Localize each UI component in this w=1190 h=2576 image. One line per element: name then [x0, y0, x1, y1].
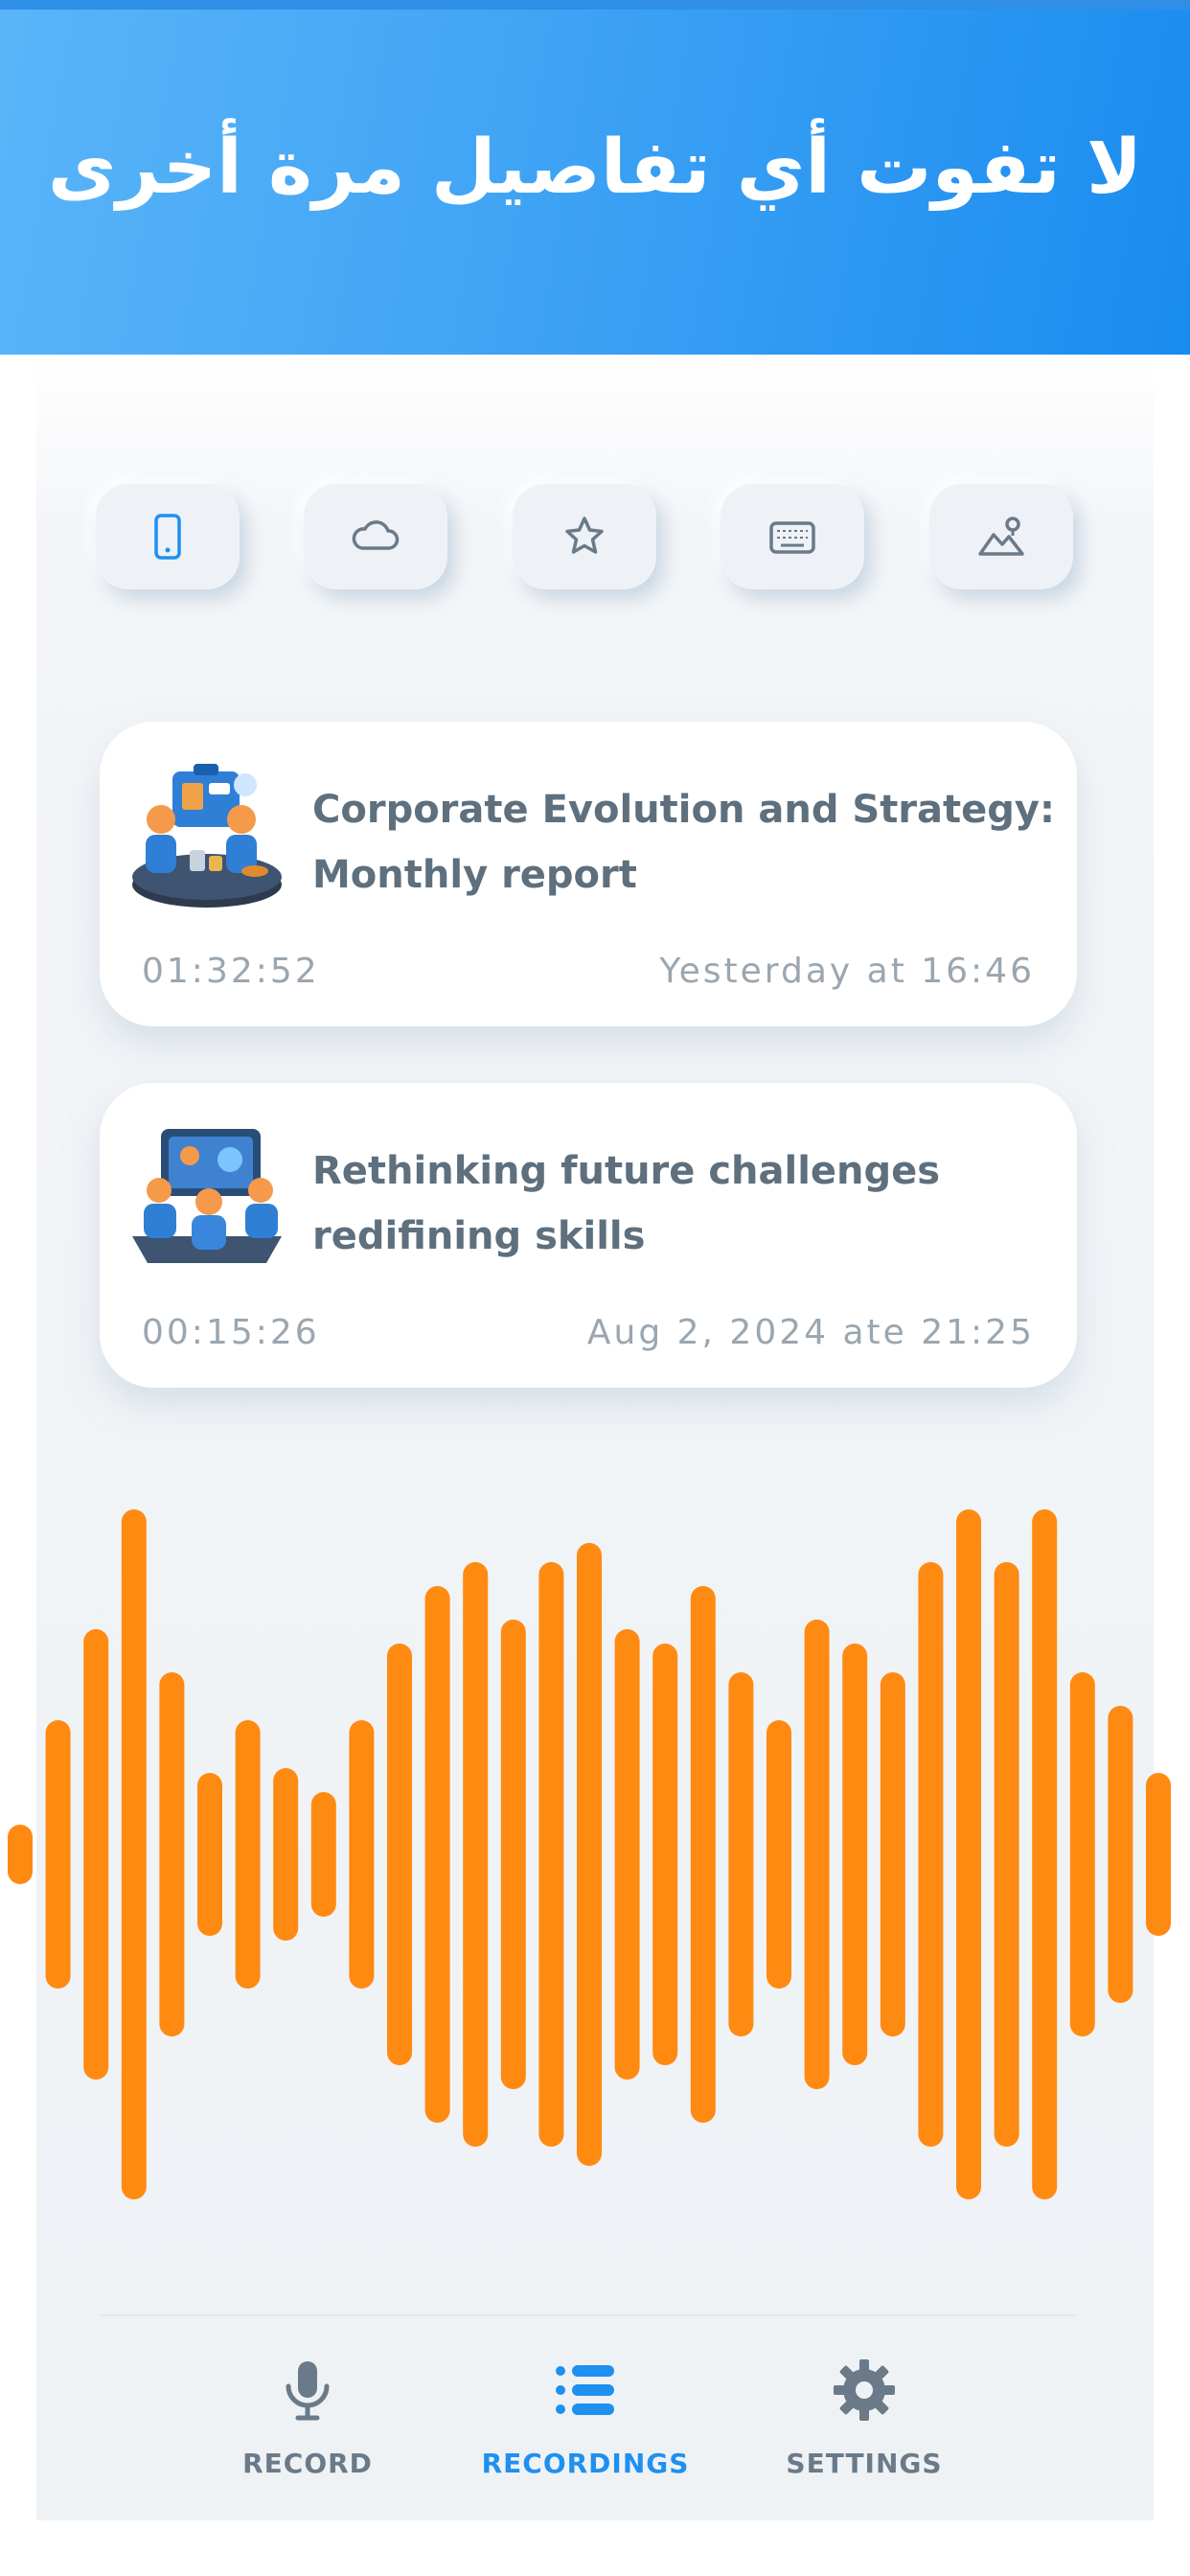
waveform-bar — [728, 1672, 754, 2036]
waveform-bar — [1069, 1672, 1095, 2036]
list-icon — [556, 2365, 614, 2415]
business-meeting-icon — [132, 764, 282, 908]
waveform-bar — [918, 1562, 944, 2147]
keyboard-icon — [769, 521, 815, 554]
waveform-bar — [159, 1672, 185, 2036]
microphone-icon — [286, 2361, 330, 2421]
waveform-bar — [994, 1562, 1019, 2147]
waveform-bar — [767, 1720, 791, 1989]
nav-item-settings[interactable]: SETTINGS — [749, 2338, 979, 2501]
recording-date: Aug 2, 2024 ate 21:25 — [586, 1313, 1035, 1352]
waveform-bar — [500, 1620, 526, 2089]
header-banner: لا تفوت أي تفاصيل مرة أخرى — [0, 0, 1190, 355]
phone-filter-button[interactable] — [96, 484, 240, 589]
phone-icon — [154, 514, 181, 560]
waveform-bar — [690, 1586, 716, 2123]
waveform-bar — [8, 1825, 33, 1884]
nav-item-recordings[interactable]: RECORDINGS — [470, 2338, 700, 2501]
header-title: لا تفوت أي تفاصيل مرة أخرى — [47, 125, 1143, 211]
star-icon — [565, 517, 604, 554]
waveform-bar — [880, 1672, 905, 2036]
waveform-bar — [349, 1720, 375, 1989]
nav-label-recordings: RECORDINGS — [481, 2448, 690, 2479]
recording-duration: 01:32:52 — [142, 952, 320, 991]
waveform-bar — [538, 1562, 564, 2147]
waveform-bar — [463, 1562, 489, 2147]
filter-toolbar — [96, 484, 1092, 589]
recording-duration: 00:15:26 — [142, 1313, 320, 1352]
audio-waveform — [8, 1509, 1171, 2199]
image-filter-button[interactable] — [929, 484, 1073, 589]
waveform-bar — [273, 1768, 299, 1941]
recording-card[interactable]: Corporate Evolution and Strategy: Monthl… — [100, 722, 1077, 1026]
recording-date: Yesterday at 16:46 — [659, 952, 1035, 991]
waveform-bar — [387, 1644, 412, 2065]
recording-title: Rethinking future challenges redifining … — [312, 1149, 941, 1258]
waveform-bar — [310, 1792, 336, 1917]
image-icon — [978, 517, 1024, 556]
waveform-bar — [121, 1509, 147, 2199]
waveform-bar — [197, 1773, 222, 1936]
waveform-bar — [235, 1720, 261, 1989]
cloud-icon — [352, 520, 400, 550]
nav-label-record: RECORD — [242, 2448, 373, 2479]
waveform-bar — [1032, 1509, 1058, 2199]
presentation-team-icon — [132, 1129, 282, 1263]
waveform-bar — [424, 1586, 450, 2123]
waveform-bar — [1146, 1773, 1171, 1936]
waveform-bar — [842, 1644, 868, 2065]
waveform-bar — [956, 1509, 981, 2199]
recording-title: Corporate Evolution and Strategy: Monthl… — [312, 788, 1055, 897]
nav-divider — [100, 2314, 1077, 2316]
cloud-filter-button[interactable] — [304, 484, 447, 589]
waveform-bar — [577, 1543, 602, 2166]
gear-icon — [834, 2359, 895, 2421]
waveform-bar — [652, 1644, 678, 2065]
nav-label-settings: SETTINGS — [786, 2448, 943, 2479]
waveform-bar — [1108, 1706, 1133, 2003]
recording-card[interactable]: Rethinking future challenges redifining … — [100, 1083, 1077, 1388]
waveform-bar — [45, 1720, 71, 1989]
favorites-filter-button[interactable] — [513, 484, 656, 589]
waveform-bar — [83, 1629, 109, 2080]
waveform-bar — [804, 1620, 830, 2089]
waveform-bar — [614, 1629, 640, 2080]
nav-item-record[interactable]: RECORD — [193, 2338, 423, 2501]
keyboard-filter-button[interactable] — [721, 484, 864, 589]
